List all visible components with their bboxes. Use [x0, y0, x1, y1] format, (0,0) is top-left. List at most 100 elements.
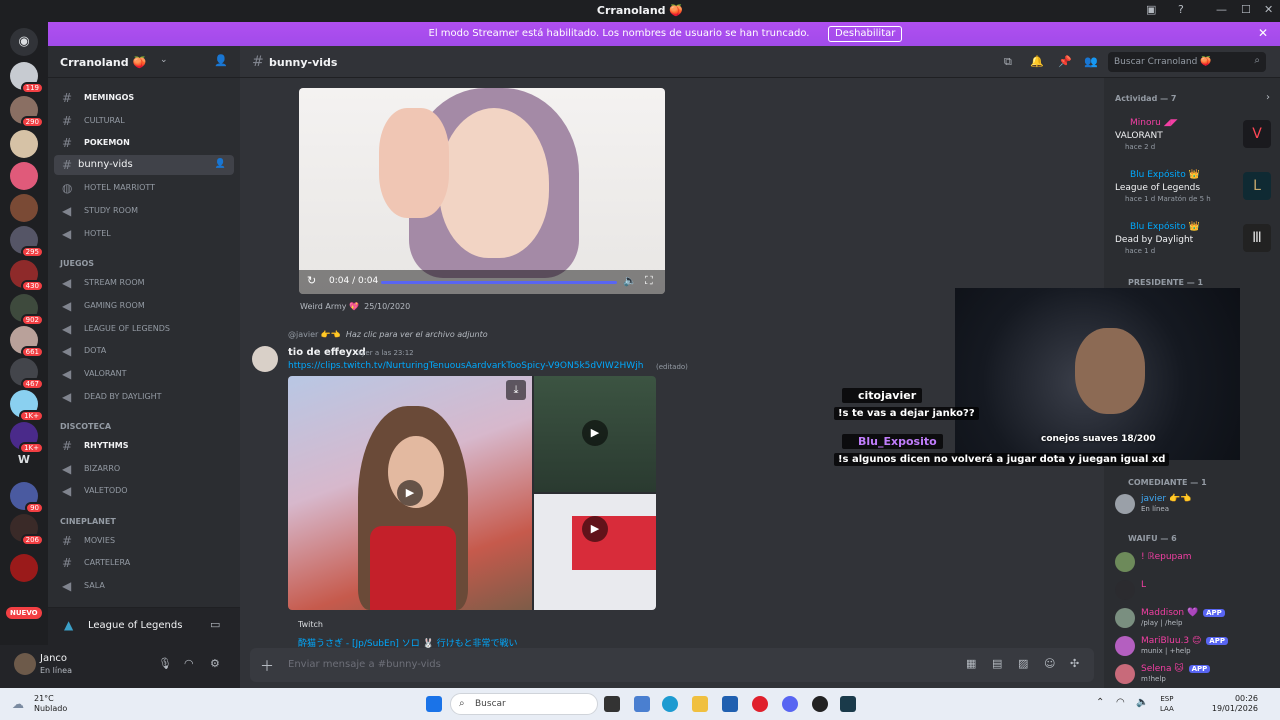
maximize-button[interactable]: ☐ [1241, 3, 1251, 16]
language-indicator[interactable]: ESP LAA [1160, 694, 1174, 714]
discord-home-icon[interactable]: ◉ [10, 28, 38, 56]
member-item[interactable]: Maddison 💜 APP /play | /help [1115, 606, 1275, 628]
server-icon[interactable]: 290 [10, 96, 44, 128]
volume-icon[interactable]: 🔈 [623, 274, 637, 287]
disable-streamer-button[interactable]: Deshabilitar [828, 26, 903, 42]
embed-thumbnail-3[interactable]: ▶ [534, 494, 656, 610]
play-icon[interactable]: ▶ [582, 516, 608, 542]
channel-bunny-vids[interactable]: # bunny-vids 👤 [54, 155, 234, 175]
pin-icon[interactable]: 📌 [1058, 55, 1072, 68]
server-icon[interactable]: 206 [10, 514, 44, 546]
channel-hotel[interactable]: ◀ HOTEL [54, 224, 234, 244]
chevron-right-icon[interactable]: › [1266, 92, 1270, 103]
apps-icon[interactable]: ✣ [1070, 657, 1079, 670]
channel-rhythms[interactable]: # RHYTHMS [54, 436, 234, 456]
member-item[interactable]: javier 👉👈 En línea [1115, 492, 1275, 514]
server-icon[interactable] [10, 194, 38, 222]
category-juegos[interactable]: JUEGOS [60, 259, 94, 268]
user-name[interactable]: Janco [40, 653, 67, 664]
store-icon[interactable] [722, 696, 738, 712]
video-progress-bar[interactable] [381, 281, 617, 284]
app-icon[interactable] [634, 696, 650, 712]
member-item[interactable]: ! ℝepupam [1115, 550, 1275, 572]
microphone-icon[interactable]: 🎙 [158, 657, 172, 670]
play-icon[interactable]: ▶ [397, 480, 423, 506]
bell-icon[interactable]: 🔔 [1030, 55, 1044, 68]
message-composer[interactable]: ＋ Enviar mensaje a #bunny-vids ▦ ▤ ▨ ☺ ✣ [250, 648, 1094, 682]
channel-memingos[interactable]: # MEMINGOS [54, 88, 234, 108]
channel-valetodo[interactable]: ◀ VALETODO [54, 481, 234, 501]
server-icon[interactable]: 902 [10, 294, 44, 326]
league-icon[interactable] [840, 696, 856, 712]
task-view-icon[interactable] [604, 696, 620, 712]
gif-icon[interactable]: ▤ [992, 657, 1002, 670]
volume-icon[interactable]: 🔈 [1136, 697, 1148, 708]
video-player[interactable]: ↻ 0:04 / 0:04 🔈 ⛶ [299, 88, 665, 294]
server-icon[interactable] [10, 554, 38, 582]
embed-thumbnail[interactable]: ▶ ⤓ [288, 376, 532, 610]
embed-thumbnail-2[interactable]: ▶ [534, 376, 656, 492]
server-icon[interactable]: 1K+ [10, 390, 44, 422]
sticker-icon[interactable]: ▨ [1018, 657, 1028, 670]
download-icon[interactable]: ⤓ [506, 380, 526, 400]
server-icon[interactable]: 119 [10, 62, 44, 94]
channel-valorant[interactable]: ◀ VALORANT [54, 364, 234, 384]
gift-icon[interactable]: ▦ [966, 657, 976, 670]
activity-card[interactable]: Blu Expósito 👑 League of Legends hace 1 … [1115, 170, 1271, 214]
server-header[interactable]: Crranoland 🍑 ⌄ 👤 [48, 46, 240, 78]
category-cineplanet[interactable]: CINEPLANET [60, 517, 116, 526]
server-icon[interactable]: 295 [10, 226, 44, 258]
member-item[interactable]: Selena 🐱 APP m!help [1115, 662, 1275, 684]
chevron-up-icon[interactable]: ⌃ [1096, 697, 1104, 708]
clip-embed[interactable]: ▶ ⤓ ▶ ▶ [288, 376, 656, 610]
channel-dead-by-daylight[interactable]: ◀ DEAD BY DAYLIGHT [54, 387, 234, 407]
activity-panel[interactable]: ▲ League of Legends ▭ [48, 607, 240, 645]
channel-sala[interactable]: ◀ SALA [54, 576, 234, 596]
close-icon[interactable]: ✕ [1258, 26, 1268, 40]
repost-author[interactable]: Weird Army 💖 [300, 302, 359, 311]
reply-reference[interactable]: @javier 👉👈 Haz clic para ver el archivo … [288, 330, 488, 339]
channel-hotel-marriott[interactable]: ◍ HOTEL MARRIOTT [54, 178, 234, 198]
add-attachment-icon[interactable]: ＋ [260, 656, 274, 676]
server-icon[interactable]: 467 [10, 358, 44, 390]
windows-start-icon[interactable] [426, 696, 442, 712]
member-item[interactable]: L [1115, 578, 1275, 600]
discord-icon[interactable] [782, 696, 798, 712]
server-icon[interactable]: W [10, 446, 38, 474]
file-explorer-icon[interactable] [692, 696, 708, 712]
channel-league-of-legends[interactable]: ◀ LEAGUE OF LEGENDS [54, 319, 234, 339]
minimize-button[interactable]: — [1216, 3, 1227, 16]
activity-card[interactable]: Minoru ◢◤ VALORANT hace 2 d V [1115, 118, 1271, 162]
channel-movies[interactable]: # MOVIES [54, 531, 234, 551]
channel-study-room[interactable]: ◀ STUDY ROOM [54, 201, 234, 221]
member-list-icon[interactable]: 👥 [1084, 55, 1098, 68]
close-window-button[interactable]: ✕ [1264, 3, 1273, 16]
play-icon[interactable]: ▶ [582, 420, 608, 446]
inbox-icon[interactable]: ▣ [1146, 3, 1156, 16]
channel-gaming-room[interactable]: ◀ GAMING ROOM [54, 296, 234, 316]
fullscreen-icon[interactable]: ⛶ [645, 274, 653, 288]
edge-icon[interactable] [662, 696, 678, 712]
server-icon[interactable]: 90 [10, 482, 44, 514]
clock[interactable]: 00:26 19/01/2026 [1212, 694, 1258, 714]
activity-card[interactable]: Blu Expósito 👑 Dead by Daylight hace 1 d… [1115, 222, 1271, 266]
message-author[interactable]: tio de effeyxd [288, 347, 366, 358]
gear-icon[interactable]: ⚙ [210, 657, 220, 670]
server-icon[interactable] [10, 130, 38, 158]
invite-icon[interactable]: 👤 [215, 159, 226, 169]
server-icon[interactable]: 661 [10, 326, 44, 358]
member-item[interactable]: MariBluu.3 😊 APP munix | +help [1115, 634, 1275, 656]
category-discoteca[interactable]: DISCOTECA [60, 422, 111, 431]
avatar[interactable] [252, 346, 278, 372]
server-icon-active[interactable] [10, 162, 38, 190]
channel-pokemon[interactable]: # POKEMON [54, 133, 234, 153]
channel-dota[interactable]: ◀ DOTA [54, 341, 234, 361]
opera-icon[interactable] [752, 696, 768, 712]
channel-cultural[interactable]: # CULTURAL [54, 111, 234, 131]
reply-user[interactable]: @javier 👉👈 [288, 330, 341, 339]
server-icon[interactable]: 430 [10, 260, 44, 292]
search-input[interactable]: Buscar Crranoland 🍑 ⌕ [1108, 52, 1266, 72]
threads-icon[interactable]: ⧉ [1004, 55, 1012, 69]
help-icon[interactable]: ? [1178, 3, 1184, 16]
channel-cartelera[interactable]: # CARTELERA [54, 553, 234, 573]
